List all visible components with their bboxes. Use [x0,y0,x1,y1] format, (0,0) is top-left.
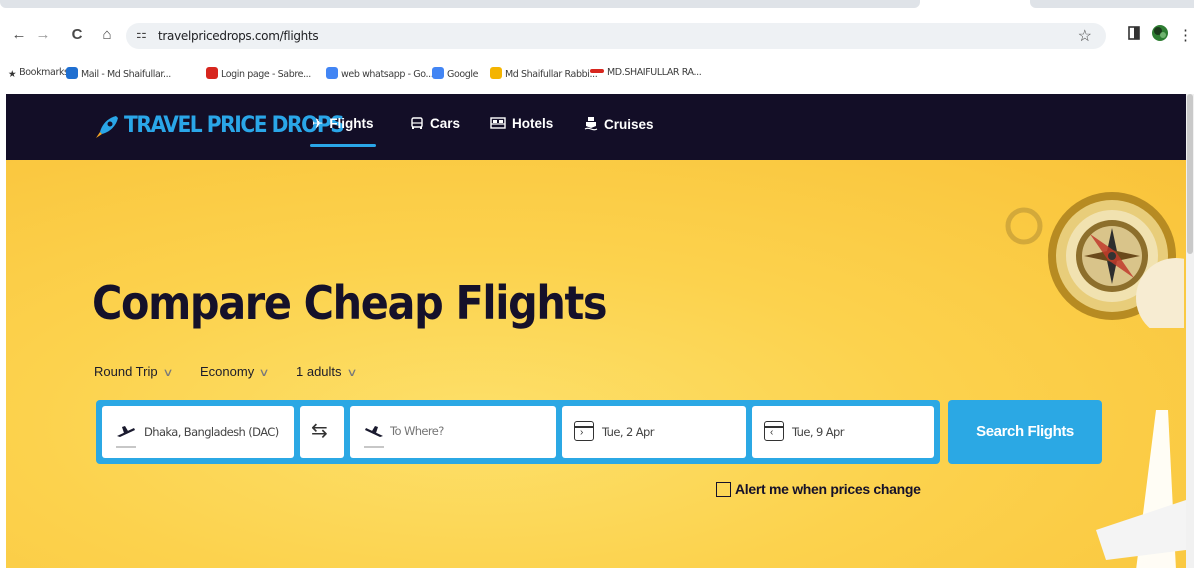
bookmark-label: Md Shaifullar Rabbi... [505,69,598,80]
cabin-class-value: Economy [200,364,255,379]
browser-menu-icon[interactable]: ⋮ [1178,26,1193,44]
drive-icon [490,67,502,79]
bookmark-item[interactable]: Md Shaifullar Rabbi... [490,67,598,80]
bookmark-icon [590,69,604,73]
site-info-icon[interactable]: ⚏ [136,27,147,41]
depart-date-value: Tue, 2 Apr [602,425,654,439]
destination-input[interactable] [390,419,540,443]
swap-arrows-icon: ⇆ [311,420,328,442]
bookmark-label: web whatsapp - Go... [341,69,434,80]
nav-hotels[interactable]: Hotels [490,116,553,140]
price-alert-checkbox[interactable]: Alert me when prices change [716,481,921,497]
bookmark-item[interactable]: web whatsapp - Go... [326,67,434,80]
trip-type-value: Round Trip [94,364,158,379]
sabre-icon [206,67,218,79]
google-icon [432,67,444,79]
bookmark-label: MD.SHAIFULLAR RA... [607,67,702,78]
chevron-down-icon: ∨ [258,367,270,379]
url-text[interactable]: travelpricedrops.com/flights [158,29,319,43]
bookmark-item[interactable]: Google [432,67,479,80]
bookmark-item[interactable]: Mail - Md Shaifullar... [66,67,171,80]
bookmarks-bar: ★ Bookmarks Mail - Md Shaifullar... Login p… [0,64,1194,84]
calendar-icon: › [574,421,594,441]
travelers-value: 1 adults [296,364,342,379]
address-bar[interactable]: ⚏ travelpricedrops.com/flights ☆ [126,23,1106,49]
nav-hotels-label: Hotels [512,116,554,131]
rocket-logo-icon [96,116,118,138]
checkbox-icon[interactable] [716,482,731,497]
bookmark-star-icon[interactable]: ☆ [1078,26,1092,46]
flight-search-form: Dhaka, Bangladesh (DAC) ⇆ › Tue, 2 Apr ‹… [96,400,940,464]
ship-icon [584,117,598,131]
depart-date-field[interactable]: › Tue, 2 Apr [562,406,746,458]
calendar-icon: ‹ [764,421,784,441]
brand-name: TRAVEL PRICE DROPS [124,113,345,138]
scrollbar-thumb[interactable] [1187,94,1193,254]
browser-tab[interactable] [1030,0,1194,8]
bed-icon [490,117,506,129]
side-panel-icon[interactable] [1128,26,1140,44]
travelers-select[interactable]: 1 adults ∨ [296,364,358,379]
trip-type-select[interactable]: Round Trip ∨ [94,364,174,379]
nav-cruises[interactable]: Cruises [584,116,654,140]
cabin-class-select[interactable]: Economy ∨ [200,364,270,379]
origin-field[interactable]: Dhaka, Bangladesh (DAC) [102,406,294,458]
takeoff-icon [117,426,135,437]
browser-tab-active[interactable] [0,0,920,8]
bookmark-label: Bookmarks [19,67,69,78]
nav-cars-label: Cars [430,116,461,131]
page-scrollbar[interactable] [1186,94,1194,568]
origin-value: Dhaka, Bangladesh (DAC) [144,425,279,439]
reload-button[interactable]: C [66,24,88,46]
price-alert-label: Alert me when prices change [735,481,921,497]
hero-section: Compare Cheap Flights Round Trip ∨ Econom… [6,160,1186,568]
airplane-wing-illustration [1096,410,1186,568]
bookmark-label: Google [447,69,479,80]
tab-strip [0,0,1194,14]
chevron-down-icon: ∨ [345,367,358,379]
plane-icon: ✈ [312,116,324,131]
bookmark-item[interactable]: ★ Bookmarks [8,67,69,81]
home-button[interactable]: ⌂ [96,24,118,46]
nav-cruises-label: Cruises [604,117,654,132]
bookmark-item[interactable]: MD.SHAIFULLAR RA... [590,67,702,78]
star-icon: ★ [8,69,17,80]
car-icon [411,117,423,129]
return-date-value: Tue, 9 Apr [792,425,844,439]
bookmark-label: Mail - Md Shaifullar... [81,69,171,80]
forward-button[interactable]: → [32,24,54,46]
underline [364,446,384,448]
google-icon [326,67,338,79]
page-title: Compare Cheap Flights [92,276,608,330]
bookmark-item[interactable]: Login page - Sabre... [206,67,311,80]
nav-flights[interactable]: ✈ Flights [310,116,376,147]
chevron-down-icon: ∨ [161,367,174,379]
browser-chrome: ← → C ⌂ ⚏ travelpricedrops.com/flights ☆… [0,0,1194,94]
search-flights-button[interactable]: Search Flights [948,400,1102,464]
nav-cars[interactable]: Cars [410,116,460,140]
outlook-icon [66,67,78,79]
compass-illustration [1005,192,1184,328]
nav-flights-label: Flights [329,116,374,131]
landing-icon [365,426,383,437]
return-date-field[interactable]: ‹ Tue, 9 Apr [752,406,934,458]
back-button[interactable]: ← [8,24,30,46]
underline [116,446,136,448]
profile-avatar-icon[interactable] [1150,23,1170,47]
swap-airports-button[interactable]: ⇆ [300,406,344,458]
site-header: TRAVEL PRICE DROPS ✈ Flights Cars Hotels … [6,94,1186,160]
bookmark-label: Login page - Sabre... [221,69,311,80]
browser-toolbar: ← → C ⌂ ⚏ travelpricedrops.com/flights ☆… [0,20,1194,52]
destination-field[interactable] [350,406,556,458]
